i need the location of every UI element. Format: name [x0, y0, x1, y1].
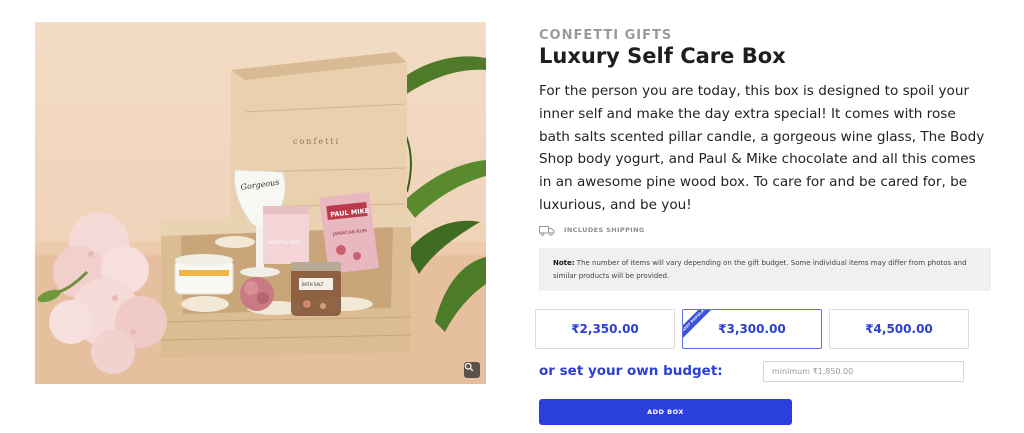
product-photo-illustration: confetti Gorgeous SWEET & SPICY PAUL MIK…	[35, 52, 486, 384]
product-image: confetti Gorgeous SWEET & SPICY PAUL MIK…	[35, 22, 486, 384]
product-description: For the person you are today, this box i…	[539, 83, 985, 213]
add-box-button[interactable]: ADD BOX	[539, 399, 792, 425]
magnifier-icon	[464, 362, 474, 372]
chocolate-bar: PAUL MIKE JAMAICAN RUM	[319, 192, 379, 274]
bath-salt-jar: BATH SALT	[291, 262, 341, 316]
brand-name: CONFETTI GIFTS	[539, 28, 673, 43]
box-brand-text: confetti	[293, 137, 340, 146]
budget-option-label: ₹3,300.00	[718, 322, 786, 336]
budget-option-label: ₹4,500.00	[865, 322, 933, 336]
budget-option-4500[interactable]: ₹4,500.00	[829, 309, 969, 349]
body-yogurt-jar	[174, 254, 234, 295]
note-text: The number of items will vary depending …	[553, 259, 967, 280]
product-title: Luxury Self Care Box	[539, 44, 786, 68]
shipping-label: INCLUDES SHIPPING	[564, 226, 645, 234]
budget-options: ₹2,350.00 MOST POPULAR ₹3,300.00 ₹4,500.…	[535, 309, 969, 349]
own-budget-label: or set your own budget:	[539, 363, 723, 379]
own-budget-input[interactable]	[763, 361, 964, 382]
zoom-button[interactable]	[464, 362, 480, 378]
pom-flower	[240, 277, 274, 311]
shipping-info: INCLUDES SHIPPING	[539, 223, 645, 237]
budget-option-3300[interactable]: MOST POPULAR ₹3,300.00	[682, 309, 822, 349]
candle-jar: SWEET & SPICY	[263, 206, 309, 264]
note-label: Note:	[553, 259, 575, 267]
budget-option-label: ₹2,350.00	[571, 322, 639, 336]
truck-icon	[539, 225, 555, 236]
budget-option-2350[interactable]: ₹2,350.00	[535, 309, 675, 349]
salts-text: BATH SALT	[302, 282, 324, 287]
budget-note: Note: The number of items will vary depe…	[539, 248, 991, 291]
candle-text: SWEET & SPICY	[267, 240, 302, 246]
most-popular-badge: MOST POPULAR	[683, 310, 717, 344]
